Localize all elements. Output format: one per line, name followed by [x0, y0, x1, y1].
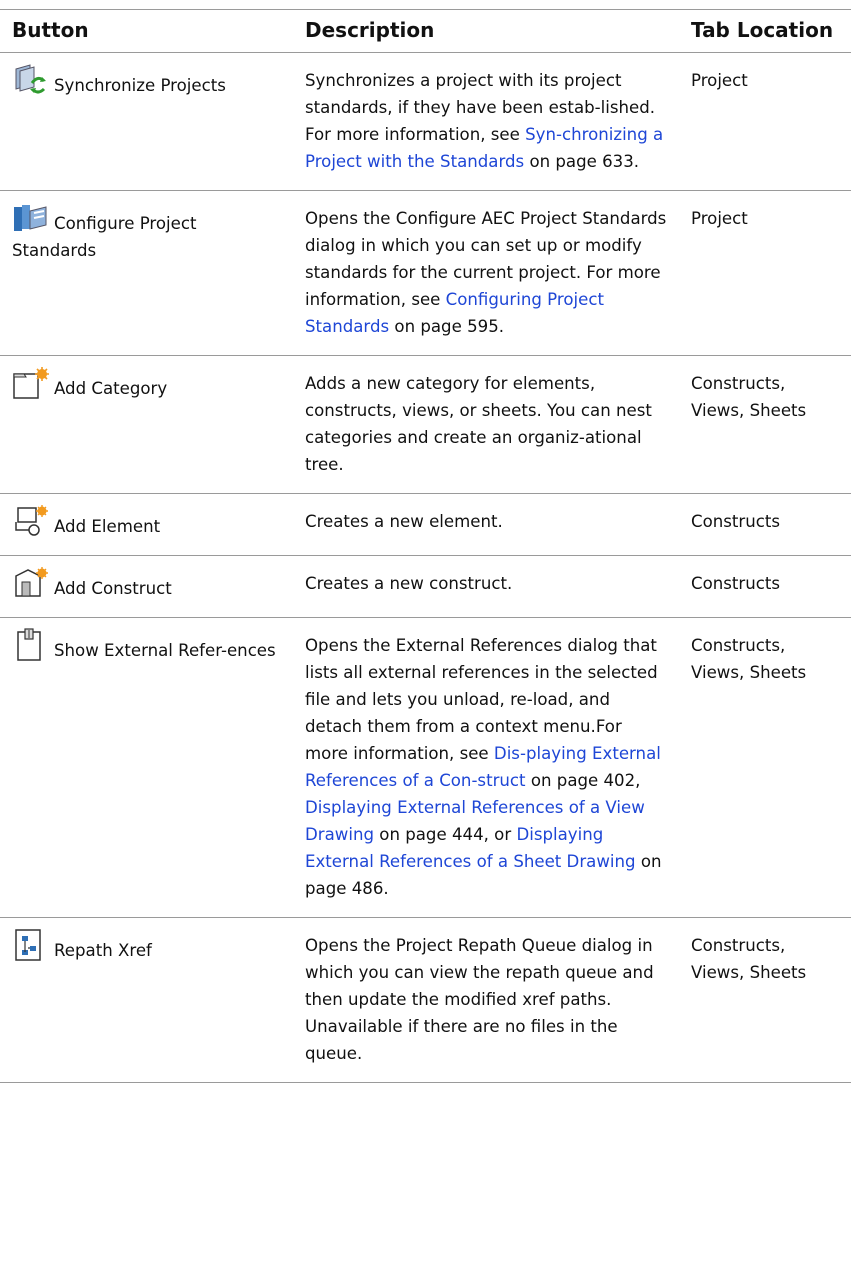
show-external-references-icon — [12, 628, 52, 662]
button-entry: Add Construct — [12, 566, 283, 602]
add-construct-icon — [12, 566, 52, 600]
button-reference-table: Button Description Tab Location Synchron… — [0, 9, 851, 1083]
page-reference-text: on page 444, or — [374, 825, 517, 844]
button-cell: Add Category — [0, 355, 293, 494]
button-label: Add Category — [54, 379, 168, 398]
button-cell: Synchronize Projects — [0, 52, 293, 191]
button-cell: Show External Refer-ences — [0, 617, 293, 918]
button-entry: Configure Project Standards — [12, 201, 283, 264]
header-description: Description — [293, 9, 679, 53]
button-cell: Configure Project Standards — [0, 190, 293, 356]
page-reference-text: on page 595. — [389, 317, 505, 336]
repath-xref-icon — [12, 928, 52, 962]
synchronize-projects-icon — [12, 63, 52, 97]
description-cell: Opens the Configure AEC Project Standard… — [293, 190, 679, 356]
header-button: Button — [0, 9, 293, 53]
button-label: Repath Xref — [54, 941, 152, 960]
description-text: Creates a new construct. — [305, 574, 513, 593]
button-label: Add Construct — [54, 579, 172, 598]
table-row: Add Element Creates a new element. Constru… — [0, 493, 851, 556]
button-entry: Add Category — [12, 366, 283, 402]
tab-location-cell: Constructs, Views, Sheets — [679, 917, 851, 1083]
button-entry: Synchronize Projects — [12, 63, 283, 99]
add-element-icon — [12, 504, 52, 538]
tab-location-cell: Project — [679, 190, 851, 356]
table-row: Add Construct Creates a new construct. Con… — [0, 555, 851, 618]
description-cell: Opens the External References dialog tha… — [293, 617, 679, 918]
button-label: Show External Refer-ences — [54, 641, 276, 660]
tab-location-cell: Constructs — [679, 493, 851, 556]
add-category-icon — [12, 366, 52, 400]
table-row: Synchronize Projects Synchronizes a proje… — [0, 52, 851, 191]
button-entry: Repath Xref — [12, 928, 283, 964]
button-entry: Show External Refer-ences — [12, 628, 283, 664]
tab-location-cell: Constructs, Views, Sheets — [679, 355, 851, 494]
button-label: Synchronize Projects — [54, 76, 226, 95]
description-cell: Creates a new element. — [293, 493, 679, 556]
description-text: Creates a new element. — [305, 512, 503, 531]
description-text: Opens the Project Repath Queue dialog in… — [305, 936, 654, 1063]
configure-project-standards-icon — [12, 201, 52, 235]
description-text: Adds a new category for elements, constr… — [305, 374, 652, 474]
table-row: Repath Xref Opens the Project Repath Queu… — [0, 917, 851, 1083]
table-row: Add Category Adds a new category for elem… — [0, 355, 851, 494]
table-row: Show External Refer-ences Opens the Exter… — [0, 617, 851, 918]
description-cell: Opens the Project Repath Queue dialog in… — [293, 917, 679, 1083]
tab-location-cell: Constructs, Views, Sheets — [679, 617, 851, 918]
table-header-row: Button Description Tab Location — [0, 9, 851, 53]
table-row: Configure Project Standards Opens the Con… — [0, 190, 851, 356]
button-cell: Repath Xref — [0, 917, 293, 1083]
tab-location-cell: Constructs — [679, 555, 851, 618]
header-tab-location: Tab Location — [679, 9, 851, 53]
button-cell: Add Element — [0, 493, 293, 556]
button-entry: Add Element — [12, 504, 283, 540]
description-cell: Adds a new category for elements, constr… — [293, 355, 679, 494]
button-label: Add Element — [54, 517, 161, 536]
button-cell: Add Construct — [0, 555, 293, 618]
tab-location-cell: Project — [679, 52, 851, 191]
page-reference-text: on page 402, — [525, 771, 641, 790]
description-cell: Creates a new construct. — [293, 555, 679, 618]
description-cell: Synchronizes a project with its project … — [293, 52, 679, 191]
page-reference-text: on page 633. — [524, 152, 640, 171]
